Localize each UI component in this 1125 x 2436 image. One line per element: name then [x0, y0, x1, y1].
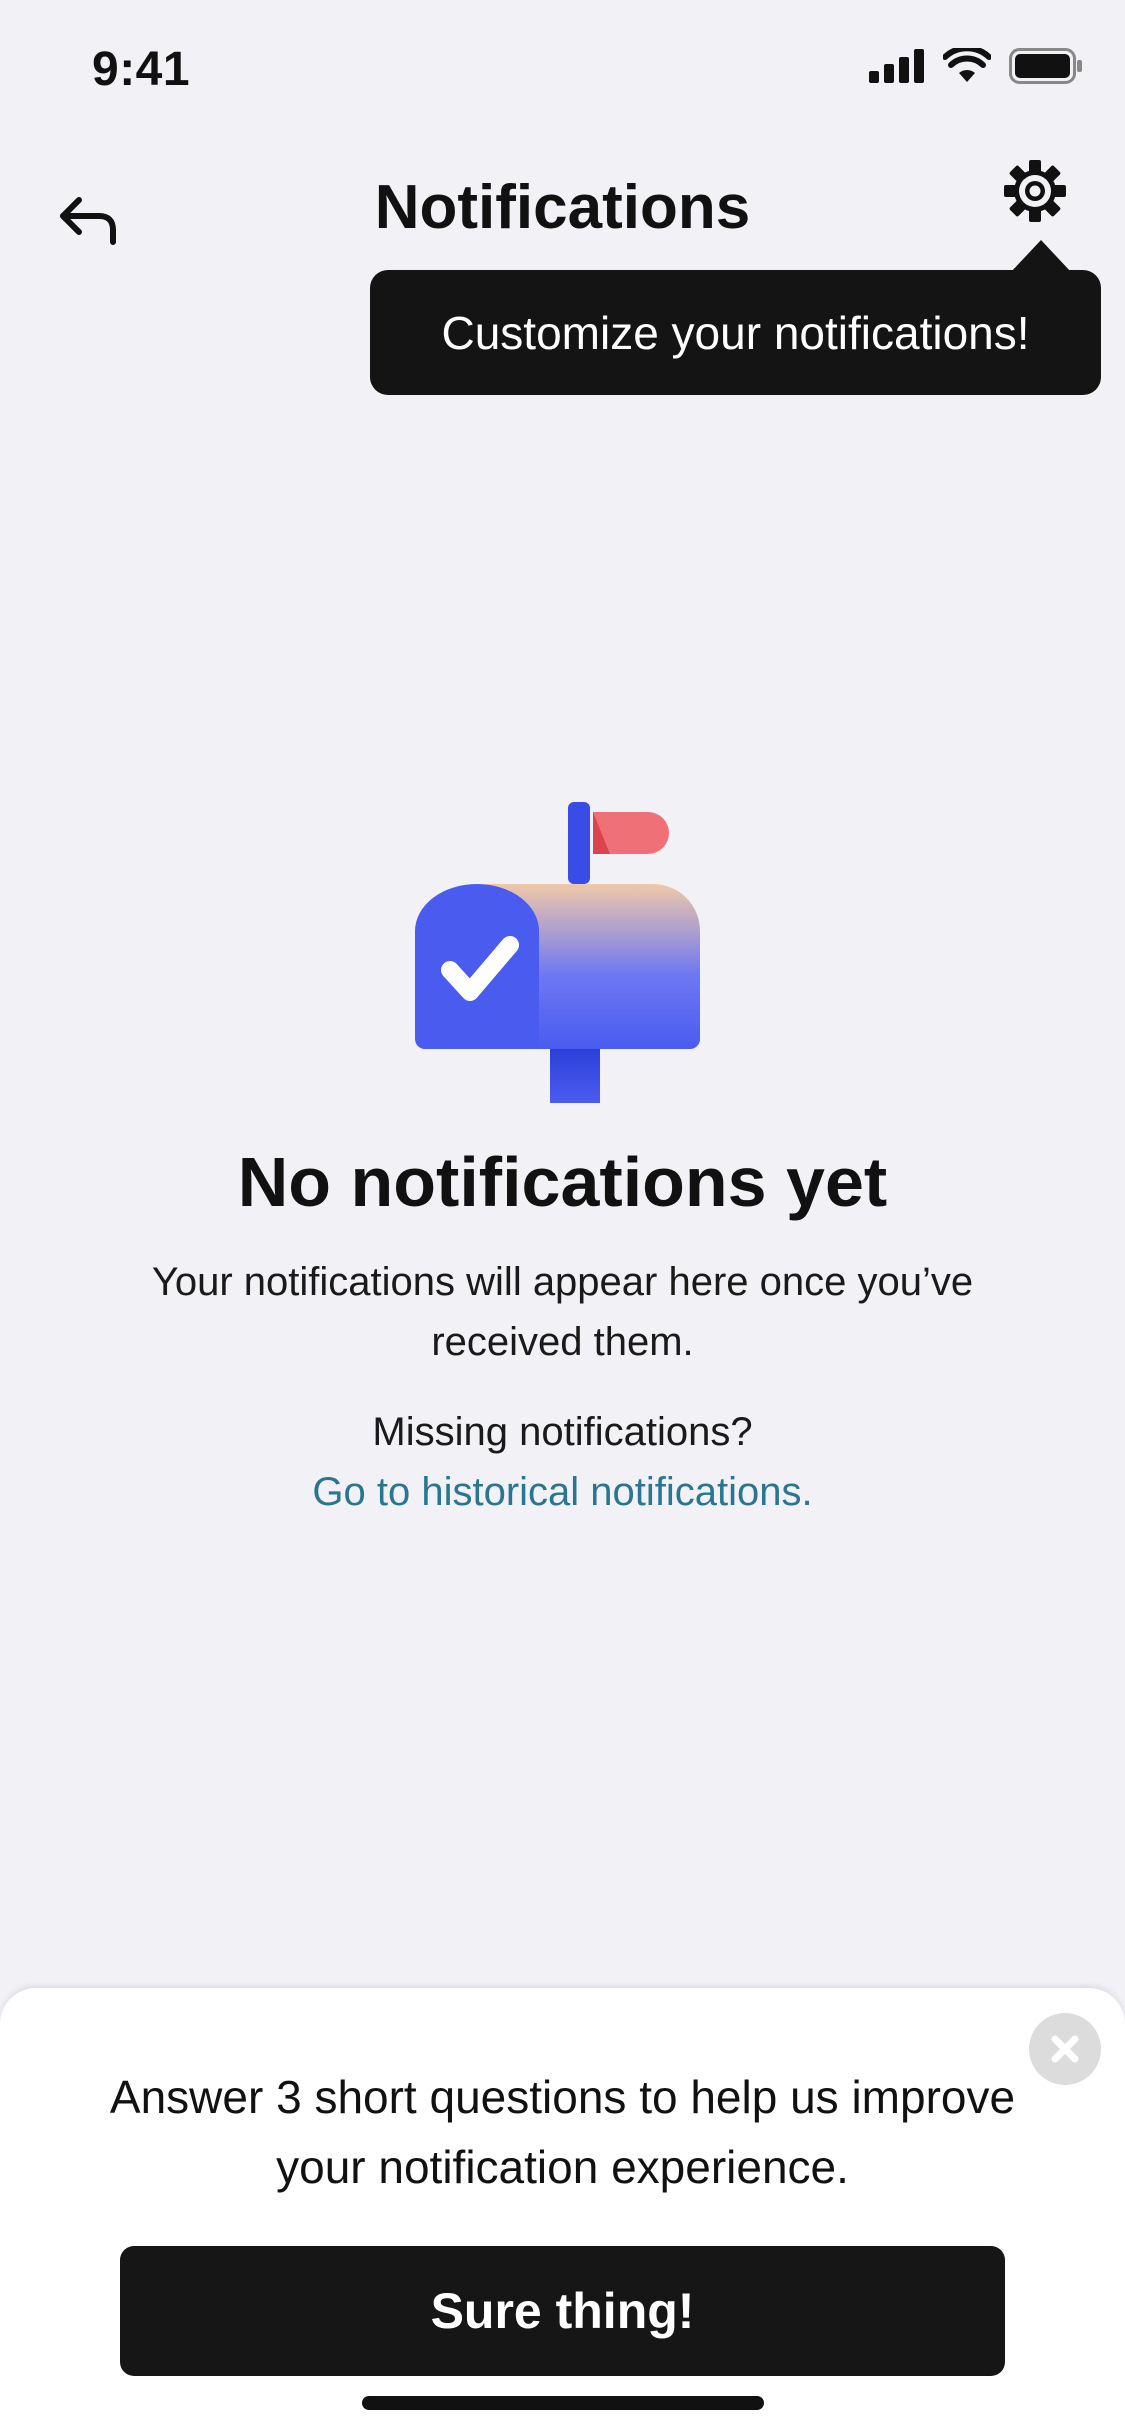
survey-prompt: Answer 3 short questions to help us impr…: [109, 2071, 1016, 2193]
sure-thing-button[interactable]: Sure thing!: [120, 2246, 1005, 2376]
cellular-signal-icon: [869, 49, 924, 83]
home-indicator[interactable]: [362, 2396, 764, 2410]
empty-state-description: Your notifications will appear here once…: [151, 1260, 974, 1364]
page-title: Notifications: [374, 173, 751, 242]
status-icons: [869, 48, 1083, 84]
customize-tooltip[interactable]: Customize your notifications!: [370, 270, 1101, 395]
missing-notifications-label: Missing notifications?: [372, 1410, 753, 1454]
historical-notifications-link[interactable]: Go to historical notifications.: [0, 1470, 1125, 1515]
close-survey-button[interactable]: [1029, 2013, 1101, 2085]
settings-button[interactable]: [1000, 156, 1070, 226]
mailbox-illustration: [415, 802, 700, 1103]
battery-icon: [1009, 48, 1082, 84]
gear-icon: [1004, 160, 1066, 222]
wifi-icon: [943, 48, 991, 82]
status-time: 9:41: [92, 43, 191, 96]
empty-state-title: No notifications yet: [237, 1143, 888, 1221]
close-icon: [1051, 2035, 1079, 2063]
tooltip-arrow: [1011, 240, 1071, 272]
